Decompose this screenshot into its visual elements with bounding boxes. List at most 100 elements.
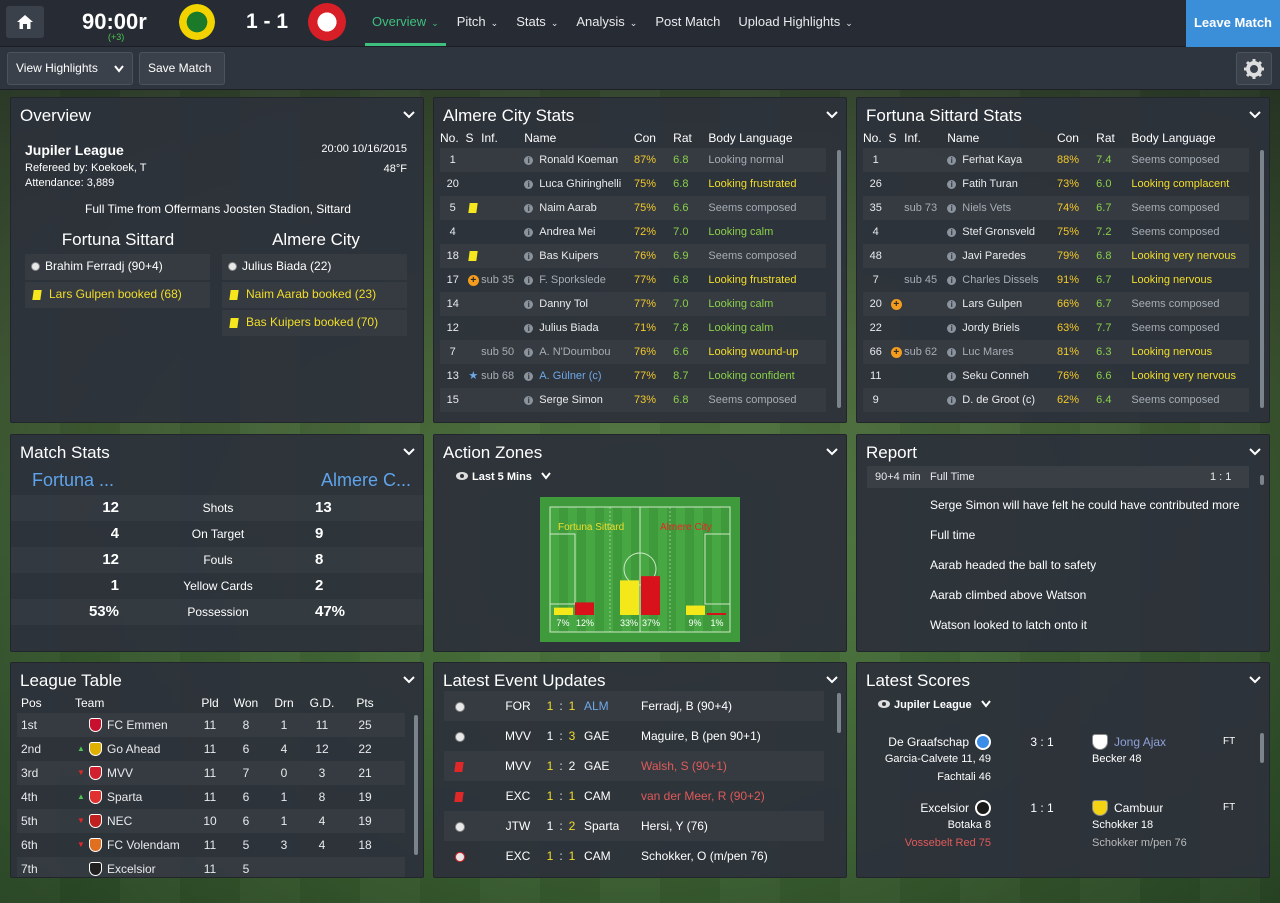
- nav-tab-stats[interactable]: Stats ⌄: [509, 0, 565, 46]
- player-name-cell[interactable]: i Seku Conneh: [947, 364, 1057, 388]
- table-row[interactable]: 15 i Serge Simon 73% 6.8 Seems composed: [440, 388, 826, 412]
- view-highlights-dropdown[interactable]: View Highlights: [7, 52, 133, 85]
- event-row[interactable]: MVV 1:3 GAE Maguire, B (pen 90+1): [444, 721, 824, 751]
- event-row[interactable]: EXC 1:1 CAM Schokker, O (m/pen 76): [444, 841, 824, 871]
- table-row[interactable]: 48 i Javi Paredes 79% 6.8 Looking very nervou…: [863, 244, 1249, 268]
- info-icon[interactable]: i: [947, 179, 957, 189]
- table-row[interactable]: 7 sub 50 i A. N'Doumbou 76% 6.6 Looking wound-…: [440, 340, 826, 364]
- info-icon[interactable]: i: [524, 371, 534, 381]
- info-icon[interactable]: i: [524, 227, 534, 237]
- collapse-chevron-icon[interactable]: [1249, 110, 1261, 120]
- home-button[interactable]: [6, 6, 44, 38]
- save-match-button[interactable]: Save Match: [139, 52, 225, 85]
- info-icon[interactable]: i: [947, 371, 957, 381]
- player-name-cell[interactable]: i Charles Dissels: [947, 268, 1057, 292]
- event-row[interactable]: EXC 1:1 CAM van der Meer, R (90+2): [444, 781, 824, 811]
- info-icon[interactable]: i: [947, 299, 957, 309]
- table-row[interactable]: 9 i D. de Groot (c) 62% 6.4 Seems composed: [863, 388, 1249, 412]
- team-cell[interactable]: ▲ Go Ahead: [75, 737, 195, 761]
- table-row[interactable]: 4 i Andrea Mei 72% 7.0 Looking calm: [440, 220, 826, 244]
- info-icon[interactable]: i: [524, 395, 534, 405]
- table-row[interactable]: 14 i Danny Tol 77% 7.0 Looking calm: [440, 292, 826, 316]
- event-row[interactable]: MVV 1:2 GAE Walsh, S (90+1): [444, 751, 824, 781]
- player-name-cell[interactable]: i Naim Aarab: [524, 196, 634, 220]
- collapse-chevron-icon[interactable]: [1249, 675, 1261, 685]
- info-icon[interactable]: i: [524, 251, 534, 261]
- table-row[interactable]: 1st FC Emmen 11 8 1 11 25: [17, 713, 405, 737]
- table-row[interactable]: 6th ▼ FC Volendam 11 5 3 4 18: [17, 833, 405, 857]
- settings-button[interactable]: [1236, 52, 1272, 85]
- team-cell[interactable]: ▲ Sparta: [75, 785, 195, 809]
- event-row[interactable]: FOR 1:1 ALM Ferradj, B (90+4): [444, 691, 824, 721]
- table-row[interactable]: 5 i Naim Aarab 75% 6.6 Seems composed: [440, 196, 826, 220]
- info-icon[interactable]: i: [947, 275, 957, 285]
- table-row[interactable]: 17 + sub 35 i F. Sporkslede 77% 6.8 Looking fru…: [440, 268, 826, 292]
- player-name-cell[interactable]: i Javi Paredes: [947, 244, 1057, 268]
- player-name-cell[interactable]: i Niels Vets: [947, 196, 1057, 220]
- player-name-cell[interactable]: i Andrea Mei: [524, 220, 634, 244]
- info-icon[interactable]: i: [524, 275, 534, 285]
- table-row[interactable]: 4 i Stef Gronsveld 75% 7.2 Seems composed: [863, 220, 1249, 244]
- info-icon[interactable]: i: [947, 395, 957, 405]
- table-row[interactable]: 66 + sub 62 i Luc Mares 81% 6.3 Looking nervous: [863, 340, 1249, 364]
- scrollbar[interactable]: [1260, 150, 1264, 408]
- event-row[interactable]: JTW 1:2 Sparta Hersi, Y (76): [444, 811, 824, 841]
- scrollbar[interactable]: [837, 150, 841, 408]
- score-match[interactable]: Excelsior 1 : 1 Cambuur FT Botaka 8 Vossebelt…: [857, 799, 1269, 865]
- table-row[interactable]: 7th Excelsior 11 5: [17, 857, 405, 877]
- player-name-cell[interactable]: i Julius Biada: [524, 316, 634, 340]
- info-icon[interactable]: i: [524, 203, 534, 213]
- player-name-cell[interactable]: i A. Gülner (c): [524, 364, 634, 388]
- scrollbar[interactable]: [1260, 475, 1264, 485]
- info-icon[interactable]: i: [947, 347, 957, 357]
- info-icon[interactable]: i: [947, 323, 957, 333]
- player-name-cell[interactable]: i Danny Tol: [524, 292, 634, 316]
- player-name-cell[interactable]: i Lars Gulpen: [947, 292, 1057, 316]
- table-row[interactable]: 11 i Seku Conneh 76% 6.6 Looking very nervous: [863, 364, 1249, 388]
- table-row[interactable]: 22 i Jordy Briels 63% 7.7 Seems composed: [863, 316, 1249, 340]
- player-name-cell[interactable]: i Luca Ghiringhelli: [524, 172, 634, 196]
- table-row[interactable]: 5th ▼ NEC 10 6 1 4 19: [17, 809, 405, 833]
- info-icon[interactable]: i: [947, 203, 957, 213]
- player-name-cell[interactable]: i Ronald Koeman: [524, 148, 634, 172]
- table-row[interactable]: 13 ★ sub 68 i A. Gülner (c) 77% 8.7 Looking con…: [440, 364, 826, 388]
- table-row[interactable]: 3rd ▼ MVV 11 7 0 3 21: [17, 761, 405, 785]
- team-cell[interactable]: ▼ MVV: [75, 761, 195, 785]
- leave-match-button[interactable]: Leave Match: [1186, 0, 1280, 47]
- player-name-cell[interactable]: i A. N'Doumbou: [524, 340, 634, 364]
- table-row[interactable]: 2nd ▲ Go Ahead 11 6 4 12 22: [17, 737, 405, 761]
- nav-tab-post-match[interactable]: Post Match: [648, 0, 727, 46]
- info-icon[interactable]: i: [524, 155, 534, 165]
- info-icon[interactable]: i: [947, 155, 957, 165]
- nav-tab-pitch[interactable]: Pitch ⌄: [450, 0, 505, 46]
- player-name-cell[interactable]: i Bas Kuipers: [524, 244, 634, 268]
- scrollbar[interactable]: [1260, 733, 1264, 763]
- table-row[interactable]: 12 i Julius Biada 71% 7.8 Looking calm: [440, 316, 826, 340]
- info-icon[interactable]: i: [524, 347, 534, 357]
- info-icon[interactable]: i: [947, 251, 957, 261]
- time-filter-dropdown[interactable]: Last 5 Mins: [456, 471, 551, 483]
- table-row[interactable]: 18 i Bas Kuipers 76% 6.9 Seems composed: [440, 244, 826, 268]
- table-row[interactable]: 20 + i Lars Gulpen 66% 6.7 Seems composed: [863, 292, 1249, 316]
- scrollbar[interactable]: [837, 693, 841, 733]
- player-name-cell[interactable]: i Serge Simon: [524, 388, 634, 412]
- competition-dropdown[interactable]: Jupiler League: [878, 699, 991, 711]
- team-cell[interactable]: Excelsior: [75, 857, 195, 877]
- nav-tab-overview[interactable]: Overview ⌄: [365, 0, 446, 46]
- player-name-cell[interactable]: i Ferhat Kaya: [947, 148, 1057, 172]
- player-name-cell[interactable]: i Jordy Briels: [947, 316, 1057, 340]
- info-icon[interactable]: i: [524, 299, 534, 309]
- table-row[interactable]: 1 i Ferhat Kaya 88% 7.4 Seems composed: [863, 148, 1249, 172]
- score-match[interactable]: De Graafschap 3 : 1 Jong Ajax FT Garcia-Calv…: [857, 733, 1269, 799]
- table-row[interactable]: 26 i Fatih Turan 73% 6.0 Looking complacent: [863, 172, 1249, 196]
- table-row[interactable]: 1 i Ronald Koeman 87% 6.8 Looking normal: [440, 148, 826, 172]
- scrollbar[interactable]: [414, 715, 418, 855]
- info-icon[interactable]: i: [524, 323, 534, 333]
- table-row[interactable]: 20 i Luca Ghiringhelli 75% 6.8 Looking frustr…: [440, 172, 826, 196]
- player-name-cell[interactable]: i Stef Gronsveld: [947, 220, 1057, 244]
- team-cell[interactable]: ▼ NEC: [75, 809, 195, 833]
- collapse-chevron-icon[interactable]: [826, 110, 838, 120]
- team-cell[interactable]: ▼ FC Volendam: [75, 833, 195, 857]
- player-name-cell[interactable]: i F. Sporkslede: [524, 268, 634, 292]
- player-name-cell[interactable]: i Fatih Turan: [947, 172, 1057, 196]
